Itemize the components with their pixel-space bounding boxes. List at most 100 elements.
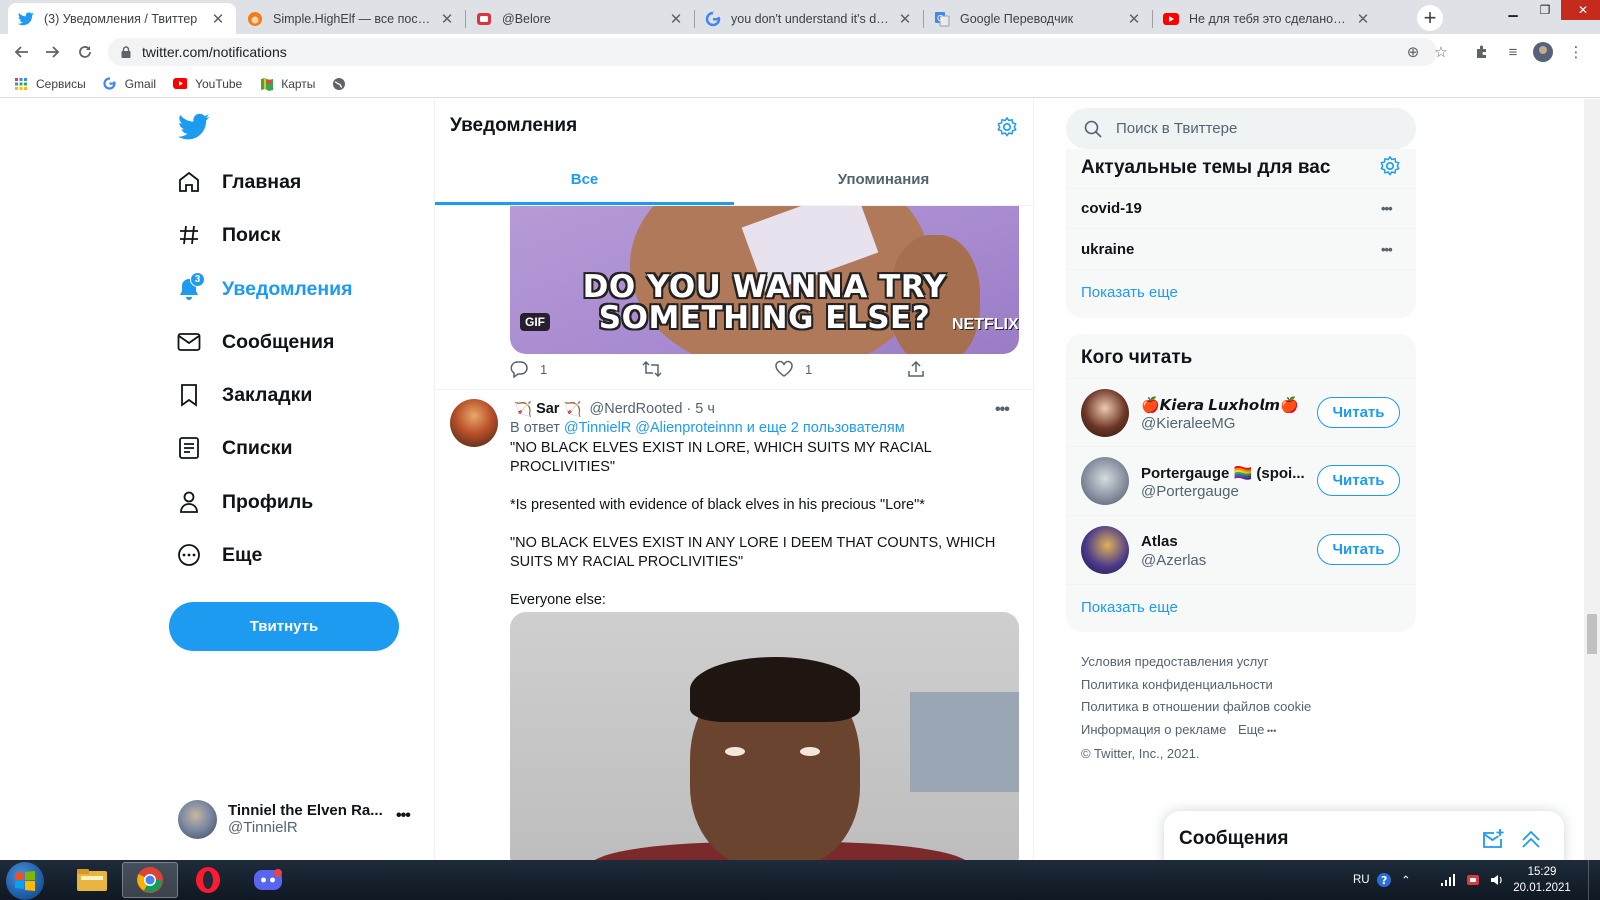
chevron-up-double-icon[interactable]: [1519, 827, 1543, 851]
back-arrow-icon[interactable]: [9, 40, 33, 64]
tweet-button[interactable]: Твитнуть: [169, 602, 399, 651]
footer-link[interactable]: Условия предоставления услуг: [1081, 651, 1381, 674]
scrollbar-thumb[interactable]: [1587, 614, 1597, 654]
more-dots-icon[interactable]: •••: [1264, 726, 1276, 736]
nav-item-lists[interactable]: Списки: [176, 428, 292, 468]
suggestion-name[interactable]: 🍎𝙆𝙞𝙚𝙧𝙖 𝙇𝙪𝙭𝙝𝙤𝙡𝙢🍎: [1141, 396, 1309, 414]
taskbar-clock[interactable]: 15:29 20.01.2021: [1510, 864, 1574, 896]
avatar[interactable]: [1081, 526, 1129, 574]
more-dots-icon[interactable]: •••: [1381, 242, 1393, 257]
nav-item-bookmarks[interactable]: Закладки: [176, 375, 312, 415]
trends-show-more-link[interactable]: Показать еще: [1081, 284, 1178, 301]
tweet-author-name[interactable]: Sar: [536, 401, 559, 417]
follow-suggestion[interactable]: Portergauge 🏳️‍🌈 (spoi... @Portergauge Ч…: [1066, 447, 1416, 516]
maximize-button[interactable]: ❐: [1529, 0, 1561, 20]
tweet-time[interactable]: · 5 ч: [686, 401, 715, 417]
footer-link[interactable]: Информация о рекламе: [1081, 722, 1226, 737]
forward-arrow-icon[interactable]: [41, 40, 65, 64]
tab-all[interactable]: Все: [435, 153, 734, 205]
close-icon[interactable]: ✕: [897, 10, 913, 28]
nav-item-more[interactable]: Еще: [176, 535, 262, 575]
minimize-button[interactable]: ▁: [1497, 0, 1529, 20]
twitter-logo-icon[interactable]: [178, 111, 210, 143]
browser-tab-twitter[interactable]: (3) Уведомления / Твиттер ✕: [8, 3, 236, 34]
search-input[interactable]: Поиск в Твиттере: [1066, 108, 1416, 149]
window-close-button[interactable]: ✕: [1561, 0, 1600, 20]
like-button[interactable]: 1: [775, 360, 812, 378]
reply-mentions-link[interactable]: @TinnielR @Alienproteinnn: [564, 420, 743, 436]
more-dots-icon[interactable]: •••: [1381, 201, 1393, 216]
tray-expand-icon[interactable]: ⌃: [1401, 860, 1411, 900]
browser-tab-youtube[interactable]: Не для тебя это сделано - You... ✕: [1153, 3, 1381, 34]
browser-tab-google-search[interactable]: you don't understand it's differe... ✕: [695, 3, 923, 34]
address-bar[interactable]: twitter.com/notifications: [108, 38, 1437, 66]
new-message-icon[interactable]: [1481, 827, 1505, 851]
nav-item-messages[interactable]: Сообщения: [176, 322, 334, 362]
close-icon[interactable]: ✕: [1355, 10, 1371, 28]
close-icon[interactable]: ✕: [439, 10, 455, 28]
reply-others-link[interactable]: и еще 2 пользователям: [747, 420, 905, 436]
tab-mentions[interactable]: Упоминания: [734, 153, 1033, 205]
kebab-menu-icon[interactable]: ⋮: [1566, 42, 1586, 62]
show-desktop-button[interactable]: [1588, 860, 1600, 900]
profile-avatar-icon[interactable]: [1533, 42, 1553, 62]
follow-suggestion[interactable]: Atlas @Azerlas Читать: [1066, 516, 1416, 585]
trend-item[interactable]: ukraine •••: [1066, 229, 1416, 270]
taskbar-explorer[interactable]: [64, 862, 120, 898]
bookmark-maps[interactable]: Карты: [259, 77, 315, 91]
settings-gear-icon[interactable]: [1379, 155, 1401, 177]
follow-button[interactable]: Читать: [1317, 397, 1400, 428]
settings-gear-icon[interactable]: [996, 116, 1018, 138]
bookmark-gmail[interactable]: Gmail: [103, 77, 156, 91]
taskbar-chrome[interactable]: [122, 862, 178, 898]
close-icon[interactable]: ✕: [668, 10, 684, 28]
tray-app-icon[interactable]: [1465, 860, 1481, 900]
taskbar-discord[interactable]: [240, 862, 296, 898]
retweet-button[interactable]: [642, 360, 674, 378]
account-switcher[interactable]: Tinniel the Elven Ra... @TinnielR •••: [178, 799, 418, 839]
avatar[interactable]: [1081, 457, 1129, 505]
share-button[interactable]: [907, 360, 937, 378]
trend-item[interactable]: covid-19 •••: [1066, 188, 1416, 229]
browser-tab-highelf[interactable]: Simple.HighElf — все посты по... ✕: [237, 3, 465, 34]
footer-more-link[interactable]: Еще: [1238, 722, 1264, 737]
network-signal-icon[interactable]: [1440, 860, 1456, 900]
close-icon[interactable]: ✕: [210, 10, 226, 28]
browser-tab-belore[interactable]: @Belore ✕: [466, 3, 694, 34]
media-playlist-icon[interactable]: ≡: [1503, 42, 1523, 62]
install-app-icon[interactable]: ⊕: [1403, 42, 1423, 62]
footer-link[interactable]: Политика в отношении файлов cookie: [1081, 696, 1381, 719]
bookmark-star-icon[interactable]: ☆: [1431, 42, 1451, 62]
tweet-author-handle[interactable]: @NerdRooted: [590, 401, 683, 417]
nav-item-explore[interactable]: Поиск: [176, 215, 281, 255]
messages-drawer[interactable]: Сообщения: [1164, 811, 1564, 860]
reload-icon[interactable]: [73, 40, 97, 64]
extensions-puzzle-icon[interactable]: [1472, 42, 1492, 62]
volume-icon[interactable]: [1489, 860, 1505, 900]
reply-button[interactable]: 1: [510, 360, 547, 378]
suggestion-name[interactable]: Atlas: [1141, 533, 1309, 550]
nav-item-profile[interactable]: Профиль: [176, 482, 313, 522]
footer-link[interactable]: Политика конфиденциальности: [1081, 674, 1381, 697]
follow-button[interactable]: Читать: [1317, 534, 1400, 565]
taskbar-opera[interactable]: [180, 862, 236, 898]
follow-suggestion[interactable]: 🍎𝙆𝙞𝙚𝙧𝙖 𝙇𝙪𝙭𝙝𝙤𝙡𝙢🍎 @KieraleeMG Читать: [1066, 378, 1416, 447]
bookmark-youtube[interactable]: YouTube: [173, 77, 242, 91]
nav-item-home[interactable]: Главная: [176, 162, 301, 202]
bookmark-globe[interactable]: [332, 77, 354, 91]
tweet-gif-media[interactable]: DO YOU WANNA TRY SOMETHING ELSE? GIF NET…: [510, 195, 1019, 354]
close-icon[interactable]: ✕: [1126, 10, 1142, 28]
tweet-more-icon[interactable]: •••: [995, 401, 1010, 419]
input-language[interactable]: RU: [1353, 860, 1370, 900]
follow-button[interactable]: Читать: [1317, 465, 1400, 496]
page-scrollbar[interactable]: [1584, 99, 1600, 860]
bookmark-services[interactable]: Сервисы: [14, 77, 86, 91]
nav-item-notifications[interactable]: 3 Уведомления: [176, 269, 353, 309]
new-tab-button[interactable]: +: [1417, 5, 1443, 31]
help-icon[interactable]: ?: [1376, 860, 1392, 900]
who-to-follow-show-more-link[interactable]: Показать еще: [1081, 599, 1178, 616]
browser-tab-translate[interactable]: G Google Переводчик ✕: [924, 3, 1152, 34]
suggestion-name[interactable]: Portergauge 🏳️‍🌈 (spoi...: [1141, 464, 1309, 482]
more-dots-icon[interactable]: •••: [396, 807, 411, 825]
avatar[interactable]: [450, 399, 498, 447]
